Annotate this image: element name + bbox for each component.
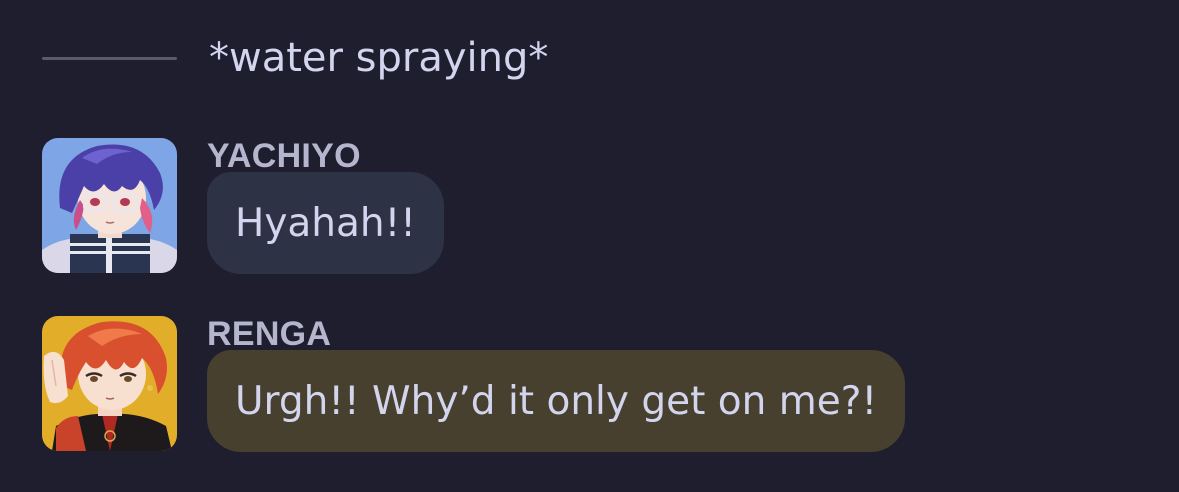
- renga-avatar[interactable]: [42, 316, 177, 451]
- narration: *water spraying*: [42, 30, 548, 86]
- speaker-name: RENGA: [207, 315, 332, 353]
- speaker-name: YACHIYO: [207, 137, 361, 175]
- narration-text: *water spraying*: [209, 35, 549, 81]
- message-text: Urgh!! Why’d it only get on me?!: [235, 378, 878, 424]
- message-bubble: Hyahah!!: [207, 172, 444, 274]
- message-bubble: Urgh!! Why’d it only get on me?!: [207, 350, 906, 452]
- message-text: Hyahah!!: [235, 200, 416, 246]
- yachiyo-avatar[interactable]: [42, 138, 177, 273]
- narration-divider: [42, 56, 177, 60]
